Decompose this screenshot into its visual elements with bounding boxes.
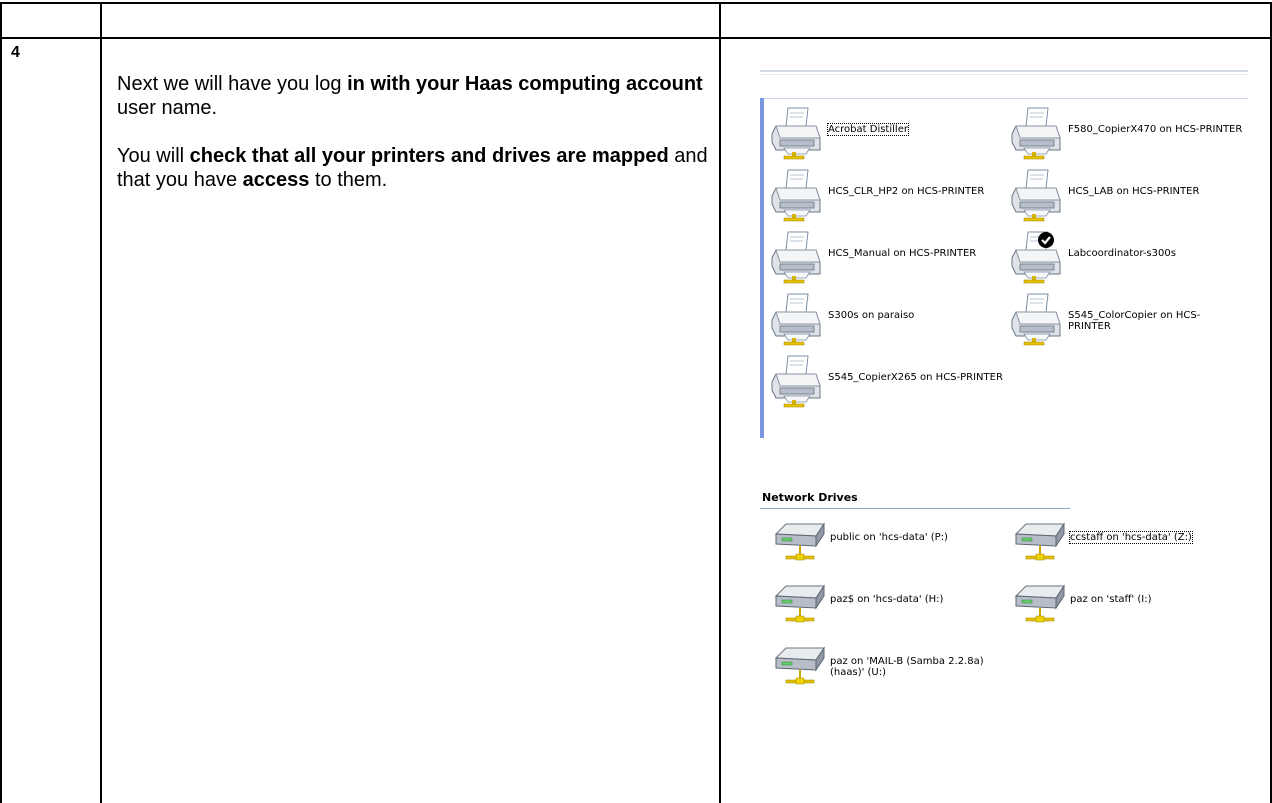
drive-label: ccstaff on 'hcs-data' (Z:) — [1069, 531, 1193, 544]
text: You will — [117, 145, 190, 167]
bold-text: check that all your printers and drives … — [189, 145, 669, 167]
printer-label: S300s on paraiso — [828, 310, 915, 321]
text: Next we will have you log — [117, 73, 348, 95]
panel-top-rule-2 — [760, 74, 1248, 75]
network-drives-rule — [760, 508, 1070, 509]
network-drives-heading: Network Drives — [762, 491, 858, 504]
drive-label: paz on 'MAIL-B (Samba 2.2.8a) (haas)' (U… — [830, 656, 984, 678]
printer-icon — [770, 166, 826, 222]
drive-label: public on 'hcs-data' (P:) — [830, 532, 948, 543]
printer-item[interactable]: S300s on paraiso — [770, 290, 1003, 346]
drive-item[interactable]: public on 'hcs-data' (P:) — [772, 522, 1005, 578]
drive-label: paz$ on 'hcs-data' (H:) — [830, 594, 944, 605]
printer-label: S545_ColorCopier on HCS-PRINTER — [1068, 310, 1201, 332]
check-icon — [1038, 232, 1054, 248]
printer-item[interactable]: S545_ColorCopier on HCS-PRINTER — [1010, 290, 1243, 346]
network-drive-icon — [772, 646, 828, 702]
step-number: 4 — [11, 44, 20, 61]
printer-icon — [770, 290, 826, 346]
printers-top-rule — [764, 98, 1248, 99]
drive-label: paz on 'staff' (I:) — [1070, 594, 1152, 605]
drive-item[interactable]: paz$ on 'hcs-data' (H:) — [772, 584, 1005, 640]
panel-top-rule — [760, 70, 1248, 72]
printer-icon — [1010, 290, 1066, 346]
printer-label: Labcoordinator-s300s — [1068, 248, 1176, 259]
printer-item[interactable]: HCS_CLR_HP2 on HCS-PRINTER — [770, 166, 1003, 222]
drive-item[interactable]: paz on 'staff' (I:) — [1012, 584, 1245, 640]
network-drive-icon — [772, 584, 828, 640]
text: user name. — [117, 97, 218, 119]
printer-label: Acrobat Distiller — [827, 123, 909, 136]
printers-accent-bar — [760, 98, 764, 438]
instructions-text: Next we will have you log in with your H… — [117, 72, 717, 216]
printer-icon — [770, 228, 826, 284]
printer-item[interactable]: S545_CopierX265 on HCS-PRINTER — [770, 352, 1003, 408]
text: to them. — [309, 169, 388, 191]
printer-icon — [1010, 104, 1066, 160]
printer-item[interactable]: F580_CopierX470 on HCS-PRINTER — [1010, 104, 1243, 160]
printer-label: S545_CopierX265 on HCS-PRINTER — [828, 372, 1003, 383]
printer-item[interactable]: HCS_Manual on HCS-PRINTER — [770, 228, 1003, 284]
table-left-border — [0, 2, 2, 803]
printer-item-default[interactable]: Labcoordinator-s300s — [1010, 228, 1243, 284]
printer-label: HCS_LAB on HCS-PRINTER — [1068, 186, 1200, 197]
explorer-screenshot: Acrobat Distiller F580_CopierX470 on HCS… — [760, 70, 1248, 770]
table-column-divider-1 — [100, 2, 102, 803]
printer-icon — [770, 104, 826, 160]
drive-item[interactable]: paz on 'MAIL-B (Samba 2.2.8a) (haas)' (U… — [772, 646, 1005, 702]
bold-text: access — [242, 169, 310, 191]
network-drive-icon — [772, 522, 828, 578]
printer-icon — [1010, 166, 1066, 222]
printer-label: HCS_Manual on HCS-PRINTER — [828, 248, 977, 259]
table-top-border — [0, 2, 1272, 4]
printer-label: HCS_CLR_HP2 on HCS-PRINTER — [828, 186, 985, 197]
table-column-divider-2 — [719, 2, 721, 803]
drive-item[interactable]: ccstaff on 'hcs-data' (Z:) — [1012, 522, 1245, 578]
table-row-divider — [0, 37, 1272, 39]
bold-text: in with your Haas computing account — [347, 73, 703, 95]
instruction-paragraph-1: Next we will have you log in with your H… — [117, 72, 717, 120]
network-drive-icon — [1012, 584, 1068, 640]
printer-label: F580_CopierX470 on HCS-PRINTER — [1068, 124, 1243, 135]
printer-item[interactable]: HCS_LAB on HCS-PRINTER — [1010, 166, 1243, 222]
network-drive-icon — [1012, 522, 1068, 578]
printer-icon — [770, 352, 826, 408]
instruction-paragraph-2: You will check that all your printers an… — [117, 144, 717, 192]
printers-list: Acrobat Distiller F580_CopierX470 on HCS… — [760, 98, 1248, 438]
printer-item[interactable]: Acrobat Distiller — [770, 104, 1003, 160]
printer-icon — [1010, 228, 1066, 284]
